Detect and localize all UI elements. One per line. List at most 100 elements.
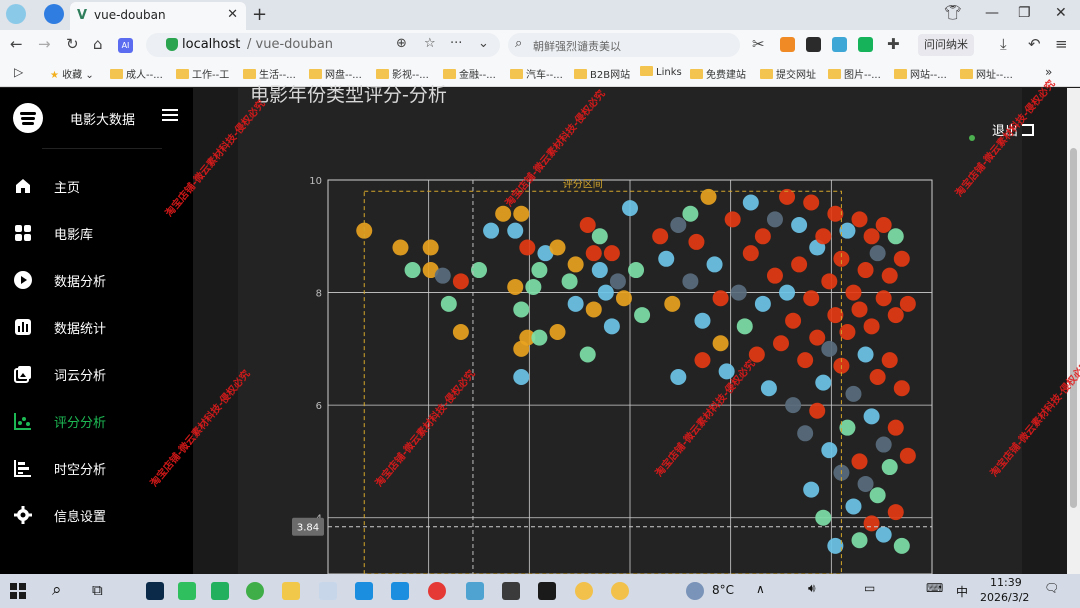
shirt-icon[interactable]: 👕︎ (944, 5, 962, 21)
translate-icon[interactable]: ⊕ (396, 36, 407, 51)
folder-icon[interactable] (282, 582, 300, 600)
bookmark-folder[interactable]: 影视--... (376, 66, 429, 81)
scatter-point (893, 380, 910, 397)
bookmark-folder[interactable]: Links (640, 66, 682, 78)
clock-date[interactable]: 2026/3/2 (980, 591, 1029, 604)
more-icon[interactable]: ··· (450, 36, 462, 51)
bookmark-folder[interactable]: 成人--... (110, 66, 163, 81)
puzzle-icon[interactable]: ✚ (887, 35, 900, 53)
scatter-point (597, 284, 614, 301)
folder-icon (309, 69, 322, 79)
keyboard-icon[interactable]: ⌨ (926, 581, 943, 595)
scatter-point (881, 267, 898, 284)
extension-photo-icon[interactable] (832, 37, 847, 52)
legend-marker[interactable] (969, 135, 975, 141)
page-scrollbar[interactable] (1067, 88, 1080, 574)
bookmark-folder[interactable]: 金融--... (443, 66, 496, 81)
download-icon[interactable]: ⤓ (1000, 35, 1007, 53)
grid-icon (15, 225, 31, 241)
qq-music-icon[interactable] (211, 582, 229, 600)
bookmark-favorites[interactable]: ★ 收藏 ⌄ (50, 66, 94, 81)
scatter-point (791, 217, 808, 234)
bookmark-folder[interactable]: 图片--... (828, 66, 881, 81)
pinned-tab-icon[interactable] (44, 4, 64, 24)
sidebar-item-home[interactable]: 主页 (0, 167, 193, 205)
chevron-down-icon[interactable]: ⌄ (478, 36, 489, 51)
green-app-icon[interactable] (178, 582, 196, 600)
windows-start-icon[interactable] (10, 583, 26, 599)
task-view-icon[interactable]: ⧉ (92, 581, 103, 599)
star-icon[interactable]: ☆ (424, 36, 436, 51)
scatter-point (863, 318, 880, 335)
new-tab-button[interactable]: + (252, 4, 267, 25)
ime-indicator[interactable]: 中 (956, 583, 968, 600)
undo-icon[interactable]: ↶ (1028, 35, 1041, 53)
scatter-point (724, 211, 741, 228)
forward-button[interactable]: → (38, 35, 51, 53)
scrollbar-thumb[interactable] (1070, 148, 1077, 508)
menu-icon[interactable]: ≡ (1055, 35, 1068, 53)
sidebar-item-label: 数据分析 (54, 275, 107, 290)
search-box[interactable]: ⌕ 朝鲜强烈谴责美以 (508, 33, 740, 57)
wenwen-extension-button[interactable]: 问问纳米 (918, 34, 974, 56)
bookmark-folder[interactable]: 网站--... (894, 66, 947, 81)
browser-avatar-icon[interactable] (6, 4, 26, 24)
scatter-point (821, 273, 838, 290)
sidebar-item-wordcloud[interactable]: 词云分析 (0, 355, 193, 393)
minimize-button[interactable]: — (985, 5, 999, 21)
terminal-icon[interactable] (538, 582, 556, 600)
search-icon[interactable]: ⌕ (52, 580, 62, 600)
blue-window-icon[interactable] (355, 582, 373, 600)
bookmark-folder[interactable]: 汽车--... (510, 66, 563, 81)
sidebar-item-rating-analysis[interactable]: 评分分析 (0, 402, 193, 440)
browser-taskbar-icon[interactable] (246, 582, 264, 600)
restore-button[interactable]: ❐ (1018, 5, 1031, 21)
bookmark-label: 金融--... (459, 70, 496, 81)
address-bar[interactable]: localhost / vue-douban ⊕ ☆ ··· ⌄ (146, 33, 500, 57)
sidebar-item-data-analysis[interactable]: 数据分析 (0, 261, 193, 299)
tab-vue-douban[interactable]: V vue-douban ✕ (70, 2, 246, 30)
bookmark-folder[interactable]: 网址--... (960, 66, 1013, 81)
close-tab-icon[interactable]: ✕ (227, 7, 238, 22)
battery-icon[interactable]: ▭ (864, 581, 875, 595)
tab-title: vue-douban (94, 8, 166, 22)
speaker-icon[interactable]: 🔊︎ (808, 581, 816, 596)
sidebar-item-settings[interactable]: 信息设置 (0, 496, 193, 534)
bookmark-folder[interactable]: 免费建站 (690, 66, 746, 81)
extension-download-icon[interactable] (806, 37, 821, 52)
bookmark-folder[interactable]: 提交网址 (760, 66, 816, 81)
scatter-point (513, 301, 530, 318)
home-icon[interactable]: ⌂ (93, 35, 103, 53)
back-button[interactable]: ← (10, 35, 23, 53)
bookmark-label: 收藏 (62, 70, 83, 81)
spotify-logo-icon (13, 103, 43, 133)
sidebar-toggle-icon[interactable]: ▷ (14, 65, 23, 79)
clock-time[interactable]: 11:39 (990, 576, 1022, 589)
sidebar-item-label: 时空分析 (54, 463, 107, 478)
recycle-icon[interactable] (319, 582, 337, 600)
ai-icon[interactable]: AI (118, 38, 133, 53)
close-window-button[interactable]: ✕ (1055, 5, 1067, 21)
paw-icon[interactable] (575, 582, 593, 600)
notification-icon[interactable]: 🗨︎ (1044, 581, 1059, 595)
note-icon[interactable] (466, 582, 484, 600)
bookmark-folder[interactable]: B2B网站 (574, 66, 630, 81)
bookmark-folder[interactable]: 生活--... (243, 66, 296, 81)
red-circle-icon[interactable] (428, 582, 446, 600)
bookmark-folder[interactable]: 工作--工 (176, 66, 229, 81)
chevron-up-icon[interactable]: ∧ (756, 582, 765, 596)
photoshop-icon[interactable] (146, 582, 164, 600)
scatter-point (887, 228, 904, 245)
weather-icon[interactable] (686, 582, 704, 600)
sidebar-item-movie-library[interactable]: 电影库 (0, 214, 193, 252)
scissors-icon[interactable]: ✂ (752, 35, 765, 53)
extension-chat-icon[interactable] (858, 37, 873, 52)
extension-fox-icon[interactable] (780, 37, 795, 52)
bookmark-folder[interactable]: 网盘--... (309, 66, 362, 81)
monitor-icon[interactable] (502, 582, 520, 600)
paw-icon[interactable] (611, 582, 629, 600)
hamburger-menu-icon[interactable] (162, 109, 178, 122)
sidebar-item-data-statistics[interactable]: 数据统计 (0, 308, 193, 346)
reload-button[interactable]: ↻ (66, 35, 79, 53)
mail-icon[interactable] (391, 582, 409, 600)
